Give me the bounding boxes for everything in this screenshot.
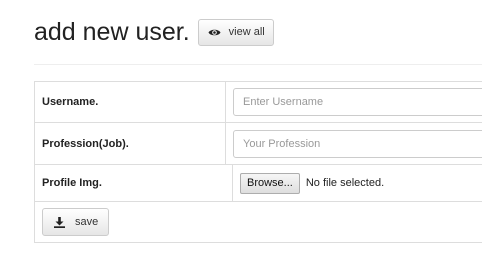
profession-cell xyxy=(226,123,482,164)
add-user-page: add new user. view all Username. Profess… xyxy=(0,0,482,253)
eye-icon xyxy=(208,29,221,35)
profession-input[interactable] xyxy=(233,129,482,158)
header-divider xyxy=(34,64,482,65)
save-label: save xyxy=(75,216,99,228)
profession-label: Profession(Job). xyxy=(35,123,226,164)
page-title: add new user. xyxy=(34,18,190,46)
form-row-username: Username. xyxy=(35,82,482,123)
download-icon xyxy=(54,216,65,228)
add-user-form: Username. Profession(Job). Profile Img. … xyxy=(34,81,482,243)
profile-img-cell: Browse... No file selected. xyxy=(233,165,482,201)
form-row-profile-img: Profile Img. Browse... No file selected. xyxy=(35,165,482,202)
form-row-profession: Profession(Job). xyxy=(35,123,482,165)
page-header: add new user. view all xyxy=(34,16,274,48)
form-row-save: save xyxy=(35,202,482,242)
browse-button[interactable]: Browse... xyxy=(240,172,300,194)
save-cell: save xyxy=(35,202,110,242)
username-label: Username. xyxy=(35,82,226,122)
file-status-text: No file selected. xyxy=(305,177,385,189)
profile-img-label: Profile Img. xyxy=(35,165,233,201)
view-all-button[interactable]: view all xyxy=(197,18,274,46)
username-cell xyxy=(226,82,482,122)
view-all-label: view all xyxy=(228,26,265,38)
username-input[interactable] xyxy=(233,88,482,116)
save-button[interactable]: save xyxy=(42,208,110,236)
